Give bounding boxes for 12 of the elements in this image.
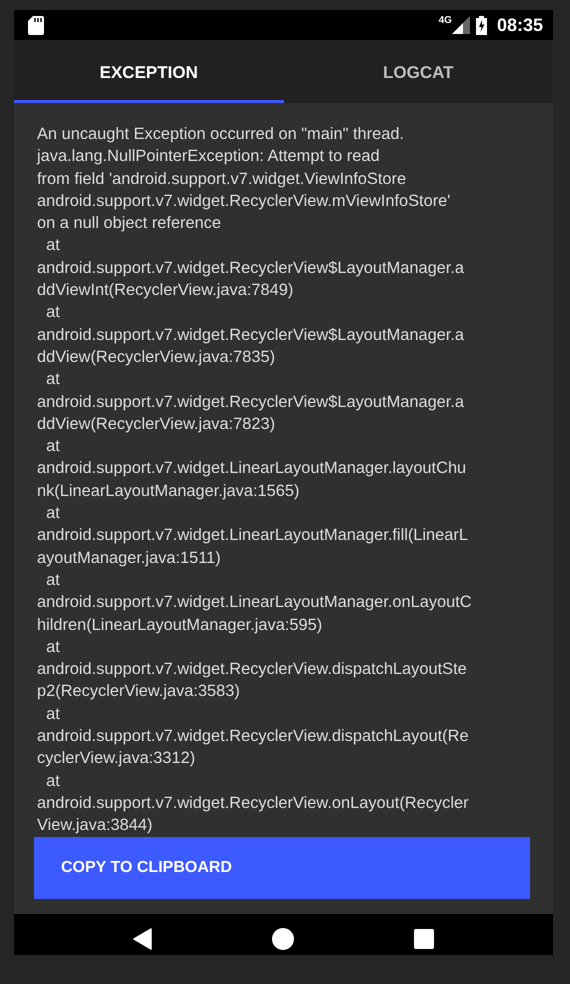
home-icon[interactable]: [272, 928, 294, 950]
network-type: 4G: [438, 15, 452, 26]
signal-icon: [452, 16, 470, 34]
copy-to-clipboard-button[interactable]: COPY TO CLIPBOARD: [34, 836, 530, 898]
exception-message: An uncaught Exception occurred on "main" thread. java.lang.NullPointerException: Attempt to read from field 'android.support.v7.widget.ViewInfoStore android.support.v7.widget.RecyclerView.mViewInfoStore' on a null object reference at android.support.v7.widget.RecyclerView$LayoutManager.a ddViewInt(RecyclerView.java:7849) at android.support.v7.widget.RecyclerView$LayoutManager.a ddView(RecyclerView.java:7835) at android.support.v7.widget.RecyclerView$LayoutManager.a ddView(RecyclerView.java:7823) at android.support.v7.widget.LinearLayoutManager.layoutChu nk(LinearLayoutManager.java:1565) at android.support.v7.widget.LinearLayoutManager.fill(LinearL ayoutManager.java:1511) at android.support.v7.widget.LinearLayoutManager.onLayoutC hildren(LinearLayoutManager.java:595) at android.support.v7.widget.RecyclerView.dispatchLayoutSte p2(RecyclerView.java:3583) at android.support.v7.widget.RecyclerView.dispatchLayout(Re cyclerView.java:3312) at android.support.v7.widget.RecyclerView.onLayout(Recycler View.java:3844): [36, 124, 473, 836]
clock-time: 08:35: [496, 14, 543, 36]
sd-card-icon: [28, 16, 44, 34]
tab[interactable]: EXCEPTION: [14, 40, 284, 103]
back-icon[interactable]: [133, 928, 152, 950]
battery-charging-icon: [476, 16, 487, 34]
recents-icon[interactable]: [414, 928, 434, 948]
tab[interactable]: LOGCAT: [284, 40, 553, 103]
